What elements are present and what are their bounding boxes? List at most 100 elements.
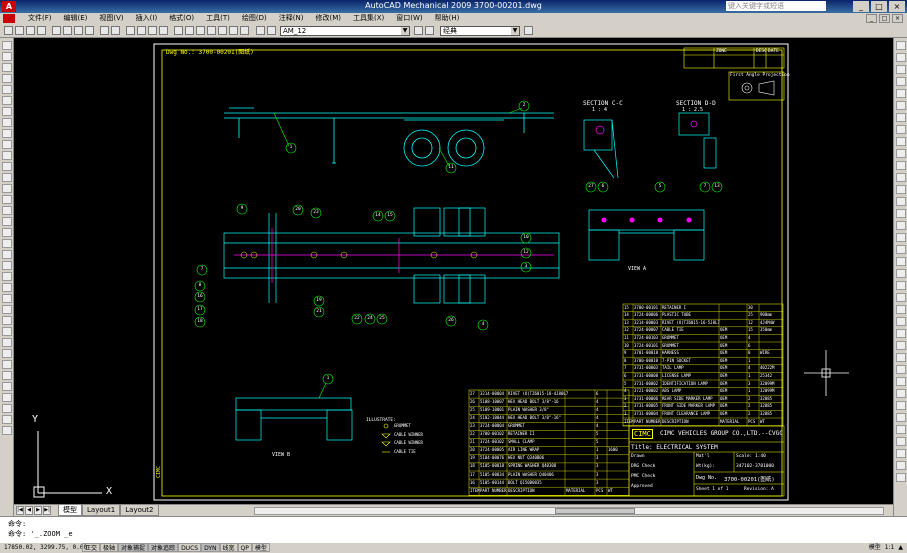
doc-minimize-button[interactable]: _ (866, 14, 877, 23)
calculator-icon[interactable] (229, 26, 238, 35)
redo-icon[interactable] (111, 26, 120, 35)
revision-cloud-icon[interactable] (2, 118, 12, 127)
join-icon[interactable] (2, 393, 12, 402)
prev-tab-icon[interactable]: ◀ (25, 506, 33, 515)
chamfer-icon[interactable] (896, 197, 906, 206)
mode-toggle[interactable]: DYN (201, 543, 220, 552)
join-icon[interactable] (896, 185, 906, 194)
zoom-previous-icon[interactable] (159, 26, 168, 35)
array-icon[interactable] (896, 89, 906, 98)
multiline-text-icon[interactable] (2, 239, 12, 248)
copy-icon[interactable] (896, 53, 906, 62)
status-item[interactable]: 1:1 (885, 543, 895, 552)
doc-restore-button[interactable]: □ (879, 14, 890, 23)
construction-line-icon[interactable] (2, 52, 12, 61)
scale-icon[interactable] (2, 338, 12, 347)
menu-item[interactable]: 编辑(E) (58, 13, 94, 24)
tab-layout1[interactable]: Layout1 (82, 505, 121, 516)
menu-item[interactable]: 文件(F) (22, 13, 58, 24)
explode-icon[interactable] (2, 426, 12, 435)
line-icon[interactable] (2, 41, 12, 50)
continue-icon[interactable] (896, 329, 906, 338)
rotate-icon[interactable] (2, 327, 12, 336)
menu-item[interactable]: 工具集(X) (347, 13, 390, 24)
status-item[interactable]: 模型 (869, 543, 881, 552)
menu-item[interactable]: 帮助(H) (429, 13, 466, 24)
layer-dropdown[interactable]: AM_12 ▼ (280, 26, 410, 36)
point-icon[interactable] (2, 184, 12, 193)
dimension-radius-icon[interactable] (896, 269, 906, 278)
render-icon[interactable] (896, 461, 906, 470)
quick-dim-icon[interactable] (896, 305, 906, 314)
array-icon[interactable] (2, 305, 12, 314)
move-icon[interactable] (2, 316, 12, 325)
mode-toggle[interactable]: 极轴 (100, 543, 119, 552)
spline-icon[interactable] (2, 129, 12, 138)
table-icon[interactable] (2, 228, 12, 237)
copy-icon[interactable] (63, 26, 72, 35)
help-icon[interactable] (240, 26, 249, 35)
camera-icon[interactable] (896, 473, 906, 482)
minimize-button[interactable]: _ (853, 1, 869, 12)
rectangle-icon[interactable] (2, 85, 12, 94)
extend-icon[interactable] (896, 161, 906, 170)
arc-icon[interactable] (2, 96, 12, 105)
dimension-arc-icon[interactable] (896, 257, 906, 266)
center-mark-icon[interactable] (896, 365, 906, 374)
workspace-settings-icon[interactable] (524, 26, 533, 35)
lightbulb-icon[interactable] (267, 26, 276, 35)
move-icon[interactable] (896, 101, 906, 110)
coordinate-readout[interactable]: 17850.02, 3299.75, 0.00 (4, 544, 87, 551)
new-icon[interactable] (4, 26, 13, 35)
drawing-canvas[interactable]: Dwg No.: 3700-00201(图纸) SECTION C-C 1 : … (14, 38, 893, 504)
make-block-icon[interactable] (2, 173, 12, 182)
save-icon[interactable] (26, 26, 35, 35)
mirror-icon[interactable] (2, 283, 12, 292)
menu-item[interactable]: 注释(N) (273, 13, 310, 24)
command-prompt[interactable]: 命令: '_.ZOOM _e (8, 529, 73, 539)
add-selected-icon[interactable] (2, 250, 12, 259)
fillet-icon[interactable] (896, 209, 906, 218)
sheet-set-icon[interactable] (207, 26, 216, 35)
extend-icon[interactable] (2, 371, 12, 380)
layer-manager-icon[interactable] (256, 26, 265, 35)
gradient-icon[interactable] (2, 206, 12, 215)
mode-toggle[interactable]: 线宽 (219, 543, 238, 552)
hatch-icon[interactable] (2, 195, 12, 204)
properties-icon[interactable] (896, 413, 906, 422)
break-icon[interactable] (2, 382, 12, 391)
pan-icon[interactable] (126, 26, 135, 35)
stretch-icon[interactable] (2, 349, 12, 358)
match-properties-icon[interactable] (85, 26, 94, 35)
ellipse-arc-icon[interactable] (2, 151, 12, 160)
print-icon[interactable] (37, 26, 46, 35)
menu-item[interactable]: 格式(O) (163, 13, 200, 24)
mode-toggle[interactable]: 模型 (251, 543, 270, 552)
document-icon[interactable] (3, 14, 15, 23)
menu-item[interactable]: 视图(V) (93, 13, 129, 24)
scale-icon[interactable] (896, 125, 906, 134)
mode-toggle[interactable]: 对象追踪 (148, 543, 179, 552)
offset-icon[interactable] (2, 294, 12, 303)
status-item[interactable]: ▲ (898, 543, 903, 552)
markup-icon[interactable] (218, 26, 227, 35)
cut-icon[interactable] (52, 26, 61, 35)
mode-toggle[interactable]: 正交 (82, 543, 101, 552)
search-input[interactable]: 键入关键字或短语 (726, 1, 826, 11)
menu-item[interactable]: 窗口(W) (390, 13, 428, 24)
workspace-dropdown[interactable]: 经典 ▼ (440, 26, 520, 36)
rotate-icon[interactable] (896, 113, 906, 122)
doc-close-button[interactable]: × (892, 14, 903, 23)
layer-icon[interactable] (896, 401, 906, 410)
leader-icon[interactable] (896, 341, 906, 350)
mode-toggle[interactable]: 对象捕捉 (118, 543, 149, 552)
erase-icon[interactable] (2, 261, 12, 270)
paste-icon[interactable] (74, 26, 83, 35)
polyline-icon[interactable] (2, 63, 12, 72)
command-window[interactable]: 命令: 命令: '_.ZOOM _e (0, 516, 907, 543)
properties-icon[interactable] (174, 26, 183, 35)
polygon-icon[interactable] (2, 74, 12, 83)
dimension-angular-icon[interactable] (896, 293, 906, 302)
scrollbar-thumb[interactable] (555, 508, 635, 514)
explode-icon[interactable] (896, 221, 906, 230)
